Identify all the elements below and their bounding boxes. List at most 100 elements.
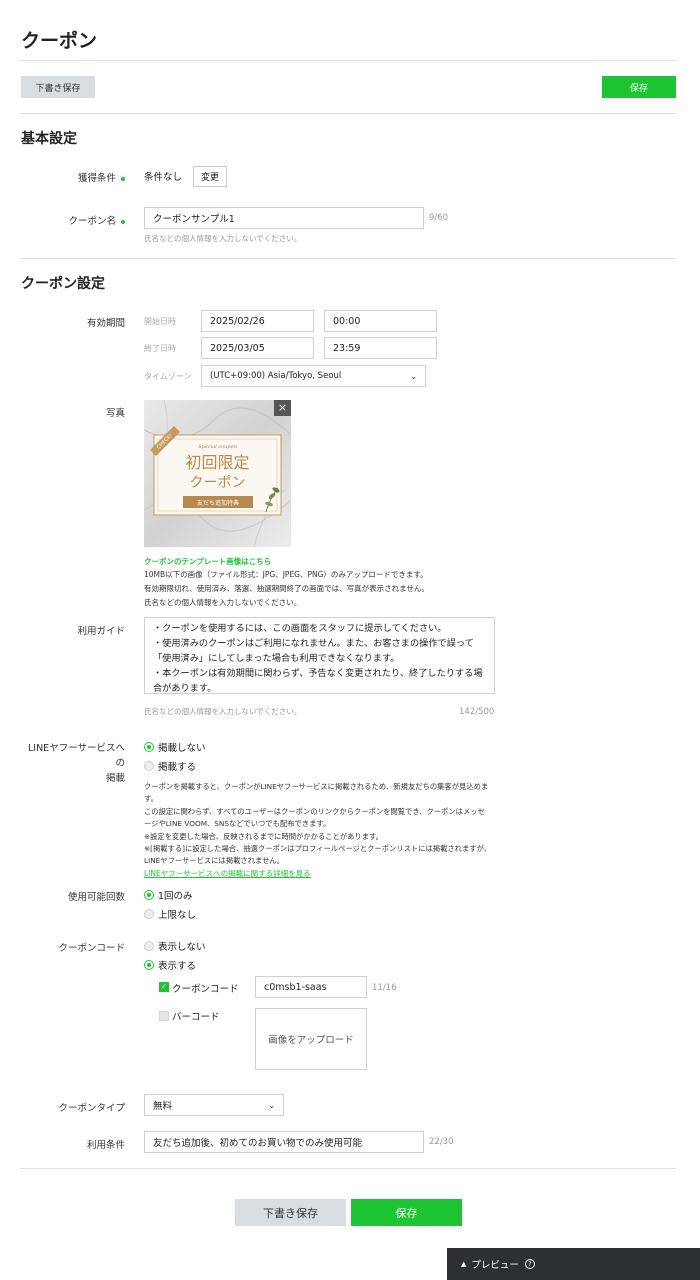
timezone-label: タイムゾーン bbox=[144, 372, 192, 381]
guide-label: 利用ガイド bbox=[77, 626, 125, 637]
guide-counter: 142/500 bbox=[459, 707, 495, 717]
change-condition-button[interactable]: 変更 bbox=[193, 166, 227, 187]
line-yahoo-label-line: LINEヤフーサービスへの bbox=[27, 743, 125, 769]
desc-line: ※設定を変更した場合、反映されるまでに時間がかかることがあります。 bbox=[144, 831, 383, 841]
coupon-name-counter: 9/60 bbox=[429, 213, 449, 223]
timezone-value: (UTC+09:00) Asia/Tokyo, Seoul bbox=[210, 371, 342, 381]
guide-line: ・使用済みのクーポンはご利用になれません。また、お客さまの操作で誤って bbox=[153, 638, 474, 649]
radio-show-code[interactable]: 表示する bbox=[144, 958, 196, 972]
divider bbox=[20, 1168, 676, 1169]
start-time-input[interactable]: 00:00 bbox=[324, 310, 437, 332]
radio-unlimited[interactable]: 上限なし bbox=[144, 907, 196, 921]
template-image-link[interactable]: クーポンのテンプレート画像はこちら bbox=[144, 556, 271, 567]
line-yahoo-label-line: 掲載 bbox=[105, 773, 125, 784]
radio-label: 表示しない bbox=[158, 942, 206, 953]
radio-label: 掲載しない bbox=[158, 743, 206, 754]
desc-line: ※[掲載する]に設定した場合、抽選クーポンはプロフィールページとクーポンリストに… bbox=[144, 844, 492, 854]
divider bbox=[20, 258, 676, 259]
line-yahoo-details-link[interactable]: LINEヤフーサービスへの掲載に関する詳細を見る bbox=[144, 868, 504, 880]
end-time-input[interactable]: 23:59 bbox=[324, 337, 437, 359]
guide-textarea[interactable]: ・クーポンを使用するには、この画面をスタッフに提示してください。 ・使用済みのク… bbox=[144, 617, 495, 694]
radio-publish[interactable]: 掲載する bbox=[144, 759, 196, 773]
caret-up-icon: ▲ bbox=[461, 1260, 467, 1268]
radio-unchecked-icon bbox=[144, 761, 154, 771]
radio-not-publish[interactable]: 掲載しない bbox=[144, 740, 206, 754]
photo-title-1: 初回限定 bbox=[185, 453, 249, 472]
line-yahoo-label: LINEヤフーサービスへの 掲載 bbox=[20, 741, 125, 786]
chevron-down-icon: ⌄ bbox=[410, 371, 417, 381]
radio-checked-icon bbox=[144, 890, 154, 900]
photo-label: 写真 bbox=[105, 408, 125, 419]
desc-line: LINEヤフーサービスには掲載されません。 bbox=[144, 856, 284, 866]
desc-line: クーポンを掲載すると、クーポンがLINEヤフーサービスに掲載されるため、新規友だ… bbox=[144, 782, 489, 791]
photo-note-3: 氏名などの個人情報を入力しないでください。 bbox=[144, 598, 302, 607]
marble-coupon-image: Special coupon 初回限定 クーポン 友だち追加特典 CHECK! bbox=[144, 400, 291, 547]
radio-unchecked-icon bbox=[144, 941, 154, 951]
preview-label: プレビュー bbox=[471, 1260, 519, 1271]
radio-checked-icon bbox=[144, 960, 154, 970]
section-title-basic: 基本設定 bbox=[21, 131, 77, 147]
guide-line: ・クーポンを使用するには、この画面をスタッフに提示してください。 bbox=[153, 623, 447, 634]
start-datetime-label: 開始日時 bbox=[144, 317, 176, 326]
coupon-code-label: クーポンコード bbox=[58, 943, 125, 954]
draft-save-button-bottom[interactable]: 下書き保存 bbox=[235, 1199, 346, 1226]
coupon-type-label: クーポンタイプ bbox=[58, 1103, 125, 1114]
radio-checked-icon bbox=[144, 742, 154, 752]
coupon-code-counter: 11/16 bbox=[372, 983, 397, 993]
coupon-type-select[interactable]: 無料 ⌄ bbox=[144, 1094, 284, 1116]
page-title: クーポン bbox=[21, 30, 98, 52]
coupon-type-value: 無料 bbox=[153, 1101, 173, 1112]
guide-line: 「使用済み」にしてしまった場合も利用できなくなります。 bbox=[153, 653, 400, 664]
coupon-photo: Special coupon 初回限定 クーポン 友だち追加特典 CHECK! … bbox=[144, 400, 291, 547]
radio-label: 掲載する bbox=[158, 762, 197, 773]
acquisition-label: 獲得条件 bbox=[20, 170, 125, 184]
radio-hide-code[interactable]: 表示しない bbox=[144, 939, 206, 953]
coupon-name-hint: 氏名などの個人情報を入力しないでください。 bbox=[144, 234, 302, 243]
save-button-bottom[interactable]: 保存 bbox=[351, 1199, 462, 1226]
desc-line: す。 bbox=[144, 794, 158, 804]
section-title-coupon-settings: クーポン設定 bbox=[21, 276, 105, 292]
terms-input[interactable]: 友だち追加後、初めてのお買い物でのみ使用可能 bbox=[144, 1131, 424, 1153]
required-dot bbox=[121, 176, 125, 181]
remove-photo-icon[interactable]: × bbox=[274, 400, 291, 416]
guide-line: 合があります。 bbox=[153, 683, 217, 694]
draft-save-button-top[interactable]: 下書き保存 bbox=[21, 76, 95, 98]
guide-hint: 氏名などの個人情報を入力しないでください。 bbox=[144, 707, 302, 716]
guide-line: ・本クーポンは有効期間に関わらず、予告なく変更されたり、終了したりする場 bbox=[153, 668, 483, 679]
terms-counter: 22/30 bbox=[429, 1137, 454, 1147]
validity-label: 有効期間 bbox=[86, 318, 125, 329]
chevron-down-icon: ⌄ bbox=[268, 1100, 275, 1110]
radio-unchecked-icon bbox=[144, 909, 154, 919]
usage-count-label: 使用可能回数 bbox=[67, 892, 125, 903]
desc-line: ージやLINE VOOM、SNSなどでいつでも配布できます。 bbox=[144, 819, 331, 829]
required-dot bbox=[121, 219, 125, 224]
start-date-input[interactable]: 2025/02/26 bbox=[201, 310, 314, 332]
coupon-name-input[interactable]: クーポンサンプル1 bbox=[144, 207, 424, 229]
radio-label: 1回のみ bbox=[158, 891, 193, 902]
end-datetime-label: 終了日時 bbox=[144, 344, 176, 353]
divider bbox=[20, 113, 676, 114]
photo-note-2: 有効期限切れ、使用済み、落選、抽選期間終了の画面では、写真が表示されません。 bbox=[144, 584, 429, 593]
coupon-name-label: クーポン名 bbox=[20, 213, 125, 227]
radio-label: 表示する bbox=[158, 961, 197, 972]
help-icon[interactable]: ? bbox=[524, 1259, 535, 1269]
coupon-code-input[interactable]: c0msb1-saas bbox=[255, 976, 367, 998]
photo-script-text: Special coupon bbox=[198, 444, 237, 450]
photo-title-2: クーポン bbox=[190, 475, 246, 491]
save-button-top[interactable]: 保存 bbox=[602, 76, 676, 98]
divider bbox=[20, 60, 676, 61]
barcode-upload-box[interactable]: 画像をアップロード bbox=[255, 1008, 367, 1070]
acquisition-value: 条件なし bbox=[144, 172, 183, 183]
barcode-checkbox-label: バーコード bbox=[172, 1012, 220, 1023]
code-checkbox-label: クーポンコード bbox=[172, 984, 239, 995]
timezone-select[interactable]: (UTC+09:00) Asia/Tokyo, Seoul ⌄ bbox=[201, 365, 426, 387]
preview-bar[interactable]: ▲ プレビュー ? bbox=[447, 1248, 700, 1280]
end-date-input[interactable]: 2025/03/05 bbox=[201, 337, 314, 359]
photo-ribbon: 友だち追加特典 bbox=[197, 499, 239, 507]
checkbox-unchecked-icon[interactable] bbox=[159, 1011, 169, 1021]
terms-label: 利用条件 bbox=[86, 1140, 125, 1151]
photo-note-1: 10MB以下の画像（ファイル形式：JPG、JPEG、PNG）のみアップロードでき… bbox=[144, 570, 428, 579]
radio-once[interactable]: 1回のみ bbox=[144, 888, 193, 902]
radio-label: 上限なし bbox=[158, 910, 197, 921]
checkbox-checked-icon[interactable]: ✓ bbox=[159, 982, 169, 992]
